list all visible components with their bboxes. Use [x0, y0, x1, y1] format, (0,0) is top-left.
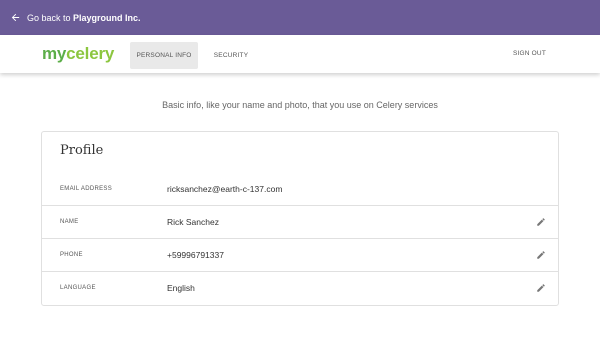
row-label: EMAIL ADDRESS — [60, 185, 113, 192]
sign-out-button[interactable]: SIGN OUT — [513, 50, 546, 57]
row-label: PHONE — [60, 252, 83, 258]
profile-row-phone[interactable]: PHONE +59996791337 — [42, 238, 558, 271]
brand-logo-part1[interactable]: my — [42, 44, 66, 63]
profile-row-name[interactable]: NAME Rick Sanchez — [42, 205, 558, 238]
profile-title: Profile — [60, 143, 104, 158]
pencil-icon[interactable] — [536, 250, 546, 260]
row-value: +59996791337 — [167, 250, 224, 260]
navbar: mycelery PERSONAL INFO SECURITY SIGN OUT — [0, 35, 600, 73]
back-link-prefix[interactable]: Go back to — [27, 13, 71, 23]
tab-personal-info[interactable]: PERSONAL INFO — [130, 42, 198, 69]
row-label: LANGUAGE — [60, 285, 96, 291]
pencil-icon[interactable] — [536, 217, 546, 227]
row-value: English — [167, 283, 195, 293]
profile-row-email: EMAIL ADDRESS ricksanchez@earth-c-137.co… — [42, 172, 558, 205]
tab-security[interactable]: SECURITY — [205, 42, 257, 69]
pencil-icon[interactable] — [536, 283, 546, 293]
back-link[interactable]: Go back to Playground Inc. — [27, 13, 141, 23]
brand-logo[interactable]: mycelery — [42, 44, 114, 64]
row-label: NAME — [60, 219, 79, 225]
profile-card: Profile EMAIL ADDRESS ricksanchez@earth-… — [41, 131, 559, 306]
back-link-org[interactable]: Playground Inc. — [73, 13, 141, 23]
arrow-left-icon[interactable] — [10, 12, 21, 23]
page-subtitle: Basic info, like your name and photo, th… — [162, 100, 438, 110]
profile-row-language[interactable]: LANGUAGE English — [42, 271, 558, 304]
brand-logo-part2[interactable]: celery — [66, 44, 114, 63]
row-value: ricksanchez@earth-c-137.com — [167, 183, 283, 194]
row-value: Rick Sanchez — [167, 217, 219, 227]
top-bar: Go back to Playground Inc. — [0, 0, 600, 35]
